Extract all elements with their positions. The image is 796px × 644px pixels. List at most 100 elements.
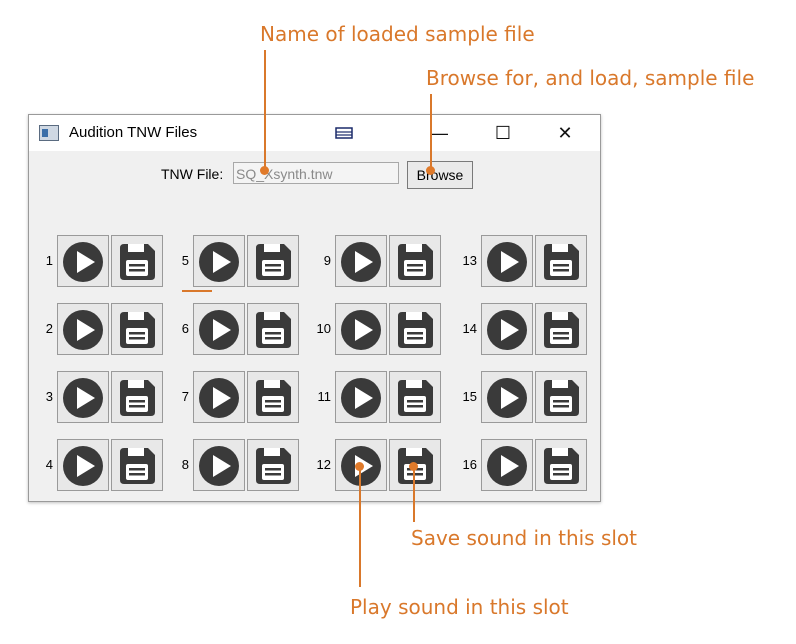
leader-slot-5 [182, 290, 212, 292]
slot: 15 [457, 371, 587, 423]
floppy-save-icon [544, 244, 579, 280]
callout-file-name: Name of loaded sample file [260, 22, 535, 46]
maximize-button[interactable]: ☐ [480, 115, 526, 151]
slot-number: 12 [316, 457, 331, 472]
slot-number: 11 [317, 389, 332, 404]
play-slot-button[interactable] [481, 235, 533, 287]
slot: 4 [33, 439, 163, 491]
save-slot-button[interactable] [111, 303, 163, 355]
save-slot-button[interactable] [389, 235, 441, 287]
play-slot-button[interactable] [481, 303, 533, 355]
marker-file-name [260, 166, 269, 175]
leader-play [359, 467, 361, 587]
save-slot-button[interactable] [247, 235, 299, 287]
play-icon [199, 446, 239, 486]
slot-number: 2 [45, 321, 53, 336]
save-slot-button[interactable] [247, 439, 299, 491]
marker-browse [426, 166, 435, 175]
slot: 12 [311, 439, 441, 491]
slot-number: 5 [181, 253, 189, 268]
tnw-file-field: SQ_Xsynth.tnw [233, 162, 399, 184]
play-slot-button[interactable] [57, 303, 109, 355]
play-icon [63, 242, 103, 282]
slot: 2 [33, 303, 163, 355]
play-slot-button[interactable] [193, 439, 245, 491]
slot-number: 14 [462, 321, 477, 336]
save-slot-button[interactable] [247, 371, 299, 423]
save-slot-button[interactable] [535, 371, 587, 423]
save-slot-button[interactable] [247, 303, 299, 355]
slot-number: 4 [45, 457, 53, 472]
marker-save [409, 462, 418, 471]
floppy-save-icon [544, 448, 579, 484]
leader-file-name [264, 50, 266, 170]
app-window: Audition TNW Files — ☐ ✕ TNW File: SQ_Xs… [28, 114, 601, 502]
leader-save [413, 467, 415, 522]
title-bar[interactable]: Audition TNW Files — ☐ ✕ [29, 115, 600, 151]
slot: 8 [169, 439, 299, 491]
play-icon [487, 242, 527, 282]
slot-number: 3 [45, 389, 53, 404]
close-button[interactable]: ✕ [542, 115, 588, 151]
play-icon [63, 446, 103, 486]
slot: 3 [33, 371, 163, 423]
play-slot-button[interactable] [193, 371, 245, 423]
play-slot-button[interactable] [335, 371, 387, 423]
slot-number: 6 [181, 321, 189, 336]
floppy-save-icon [544, 312, 579, 348]
floppy-save-icon [398, 244, 433, 280]
play-slot-button[interactable] [57, 371, 109, 423]
browse-button[interactable]: Browse [407, 161, 473, 189]
floppy-save-icon [398, 312, 433, 348]
save-slot-button[interactable] [389, 371, 441, 423]
slot-number: 13 [462, 253, 477, 268]
slot: 16 [457, 439, 587, 491]
slot-number: 9 [323, 253, 331, 268]
play-slot-button[interactable] [57, 439, 109, 491]
slot: 7 [169, 371, 299, 423]
callout-play: Play sound in this slot [350, 595, 569, 619]
play-icon [199, 242, 239, 282]
play-icon [341, 310, 381, 350]
save-slot-button[interactable] [389, 303, 441, 355]
play-icon [63, 310, 103, 350]
save-slot-button[interactable] [535, 303, 587, 355]
slot: 1 [33, 235, 163, 287]
play-icon [199, 378, 239, 418]
play-slot-button[interactable] [57, 235, 109, 287]
play-slot-button[interactable] [193, 235, 245, 287]
play-icon [487, 378, 527, 418]
play-slot-button[interactable] [193, 303, 245, 355]
slot: 10 [311, 303, 441, 355]
slot-number: 16 [462, 457, 477, 472]
floppy-save-icon [120, 380, 155, 416]
play-icon [487, 446, 527, 486]
play-icon [341, 242, 381, 282]
floppy-save-icon [256, 380, 291, 416]
save-slot-button[interactable] [111, 235, 163, 287]
app-icon [39, 125, 59, 141]
slot: 13 [457, 235, 587, 287]
marker-play [355, 462, 364, 471]
save-slot-button[interactable] [535, 235, 587, 287]
play-slot-button[interactable] [481, 439, 533, 491]
floppy-save-icon [256, 244, 291, 280]
play-slot-button[interactable] [481, 371, 533, 423]
window-title: Audition TNW Files [69, 124, 198, 141]
play-slot-button[interactable] [335, 303, 387, 355]
window-layout-icon[interactable] [335, 127, 353, 139]
floppy-save-icon [398, 380, 433, 416]
floppy-save-icon [256, 312, 291, 348]
minimize-button[interactable]: — [416, 115, 462, 151]
slot-number: 1 [45, 253, 53, 268]
save-slot-button[interactable] [535, 439, 587, 491]
save-slot-button[interactable] [111, 371, 163, 423]
play-slot-button[interactable] [335, 235, 387, 287]
floppy-save-icon [544, 380, 579, 416]
callout-save: Save sound in this slot [411, 526, 638, 550]
slot: 6 [169, 303, 299, 355]
play-icon [63, 378, 103, 418]
slot-number: 10 [316, 321, 331, 336]
save-slot-button[interactable] [111, 439, 163, 491]
tnw-file-label: TNW File: [161, 166, 224, 182]
